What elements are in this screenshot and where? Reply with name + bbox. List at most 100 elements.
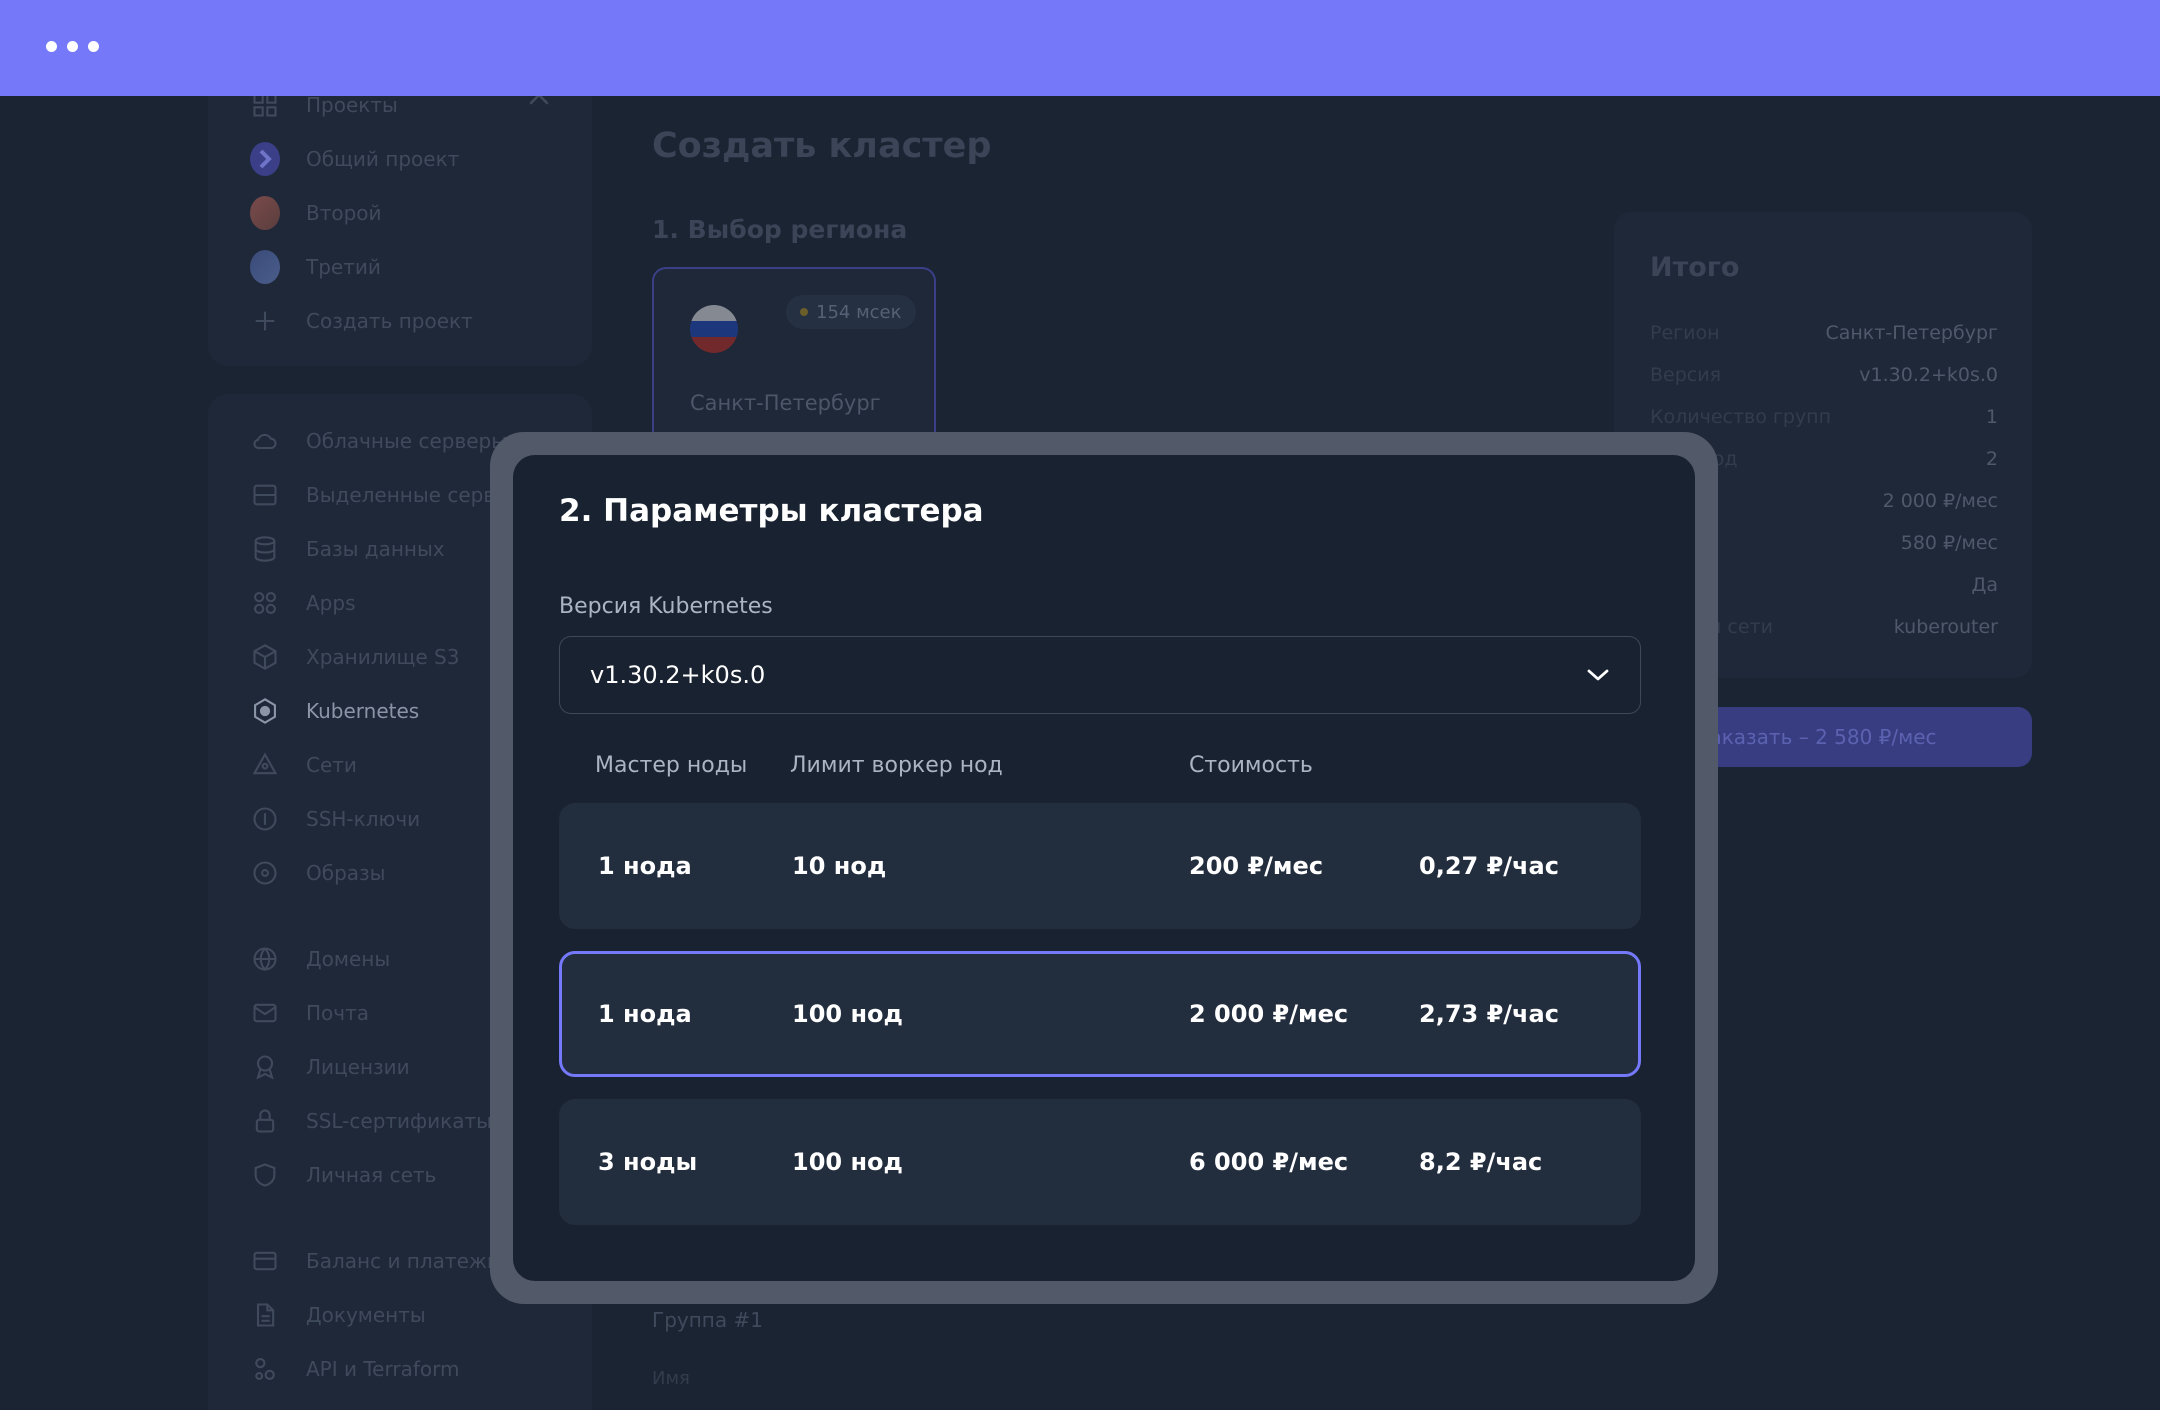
sidebar-item-kubernetes[interactable]: Kubernetes: [250, 691, 419, 731]
sidebar-item-label: Домены: [306, 947, 391, 971]
summary-value: v1.30.2+k0s.0: [1859, 364, 1998, 386]
name-label: Имя: [652, 1368, 690, 1389]
option-price-month: 200 ₽/мес: [1189, 852, 1324, 880]
sidebar-item-private-network[interactable]: Личная сеть: [250, 1155, 436, 1195]
sidebar-item-images[interactable]: Образы: [250, 853, 385, 893]
version-label: Версия Kubernetes: [559, 594, 773, 619]
option-master: 3 ноды: [598, 1148, 698, 1176]
page-title: Создать кластер: [652, 126, 992, 166]
project-avatar-icon: [250, 142, 280, 176]
option-limit: 10 нод: [792, 852, 887, 880]
disc-icon: [250, 858, 280, 888]
summary-row: Регион Санкт-Петербург: [1650, 322, 1998, 344]
server-icon: [250, 480, 280, 510]
option-price-hour: 2,73 ₽/час: [1419, 1000, 1559, 1028]
sidebar-item-api[interactable]: API и Terraform: [250, 1349, 459, 1389]
sidebar-item-s3[interactable]: Хранилище S3: [250, 637, 459, 677]
modal-title: 2. Параметры кластера: [559, 493, 984, 529]
lock-icon: [250, 1106, 280, 1136]
project-item[interactable]: Общий проект: [250, 139, 459, 179]
option-price-month: 6 000 ₽/мес: [1189, 1148, 1349, 1176]
kubernetes-icon: [250, 696, 280, 726]
summary-value: kuberouter: [1893, 616, 1998, 638]
summary-title: Итого: [1650, 252, 1740, 283]
option-master: 1 нода: [598, 1000, 692, 1028]
dot-icon: [46, 41, 57, 52]
latency-badge: 154 мсек: [786, 295, 916, 329]
globe-icon: [250, 944, 280, 974]
projects-header-label: Проекты: [306, 93, 398, 117]
summary-row: Версия v1.30.2+k0s.0: [1650, 364, 1998, 386]
cloud-icon: [250, 426, 280, 456]
sidebar-item-licenses[interactable]: Лицензии: [250, 1047, 410, 1087]
sidebar-item-cloud-servers[interactable]: Облачные серверы: [250, 421, 507, 461]
sidebar-item-domains[interactable]: Домены: [250, 939, 390, 979]
create-project-label: Создать проект: [306, 309, 473, 333]
card-icon: [250, 1246, 280, 1276]
sidebar-item-balance[interactable]: Баланс и платежи: [250, 1241, 500, 1281]
project-item[interactable]: Второй: [250, 193, 382, 233]
project-label: Общий проект: [306, 147, 460, 171]
plan-option[interactable]: 1 нода 10 нод 200 ₽/мес 0,27 ₽/час: [559, 803, 1641, 929]
summary-value: 2: [1985, 448, 1998, 470]
database-icon: [250, 534, 280, 564]
plan-option[interactable]: 3 ноды 100 нод 6 000 ₽/мес 8,2 ₽/час: [559, 1099, 1641, 1225]
sidebar-item-label: Образы: [306, 861, 386, 885]
summary-value: 1: [1985, 406, 1998, 428]
plan-option-selected[interactable]: 1 нода 100 нод 2 000 ₽/мес 2,73 ₽/час: [559, 951, 1641, 1077]
step-region-title: 1. Выбор региона: [652, 215, 908, 244]
group-label: Группа #1: [652, 1308, 763, 1332]
sidebar-item-mail[interactable]: Почта: [250, 993, 369, 1033]
license-icon: [250, 1052, 280, 1082]
option-price-month: 2 000 ₽/мес: [1189, 1000, 1349, 1028]
api-icon: [250, 1354, 280, 1384]
sidebar-item-label: Хранилище S3: [306, 645, 460, 669]
latency-value: 154 мсек: [816, 301, 902, 323]
option-limit: 100 нод: [792, 1000, 903, 1028]
region-name: Санкт-Петербург: [690, 391, 881, 415]
column-header-limit: Лимит воркер нод: [790, 753, 1003, 778]
document-icon: [250, 1300, 280, 1330]
sidebar-item-label: Баланс и платежи: [306, 1249, 500, 1273]
summary-value: Да: [1971, 574, 1999, 596]
sidebar-item-networks[interactable]: Сети: [250, 745, 357, 785]
create-project-button[interactable]: Создать проект: [250, 301, 473, 341]
column-header-cost: Стоимость: [1189, 753, 1313, 778]
summary-value: 580 ₽/мес: [1900, 532, 1998, 554]
summary-key: Регион: [1650, 322, 1720, 344]
project-label: Второй: [306, 201, 382, 225]
sidebar-item-label: Облачные серверы: [306, 429, 508, 453]
project-avatar-icon: [250, 196, 280, 230]
dot-icon: [67, 41, 78, 52]
summary-value: Санкт-Петербург: [1825, 322, 1998, 344]
modal-frame: 2. Параметры кластера Версия Kubernetes …: [490, 432, 1718, 1304]
key-icon: [250, 804, 280, 834]
sidebar-item-apps[interactable]: Apps: [250, 583, 356, 623]
cluster-params-modal: 2. Параметры кластера Версия Kubernetes …: [513, 455, 1695, 1281]
cube-icon: [250, 642, 280, 672]
region-card[interactable]: 154 мсек Санкт-Петербург: [652, 267, 936, 457]
sidebar-item-ssh-keys[interactable]: SSH-ключи: [250, 799, 420, 839]
summary-value: 2 000 ₽/мес: [1882, 490, 1998, 512]
project-avatar-icon: [250, 250, 280, 284]
sidebar-item-label: SSL-сертификаты: [306, 1109, 492, 1133]
sidebar-item-documents[interactable]: Документы: [250, 1295, 426, 1335]
sidebar-item-label: Сети: [306, 753, 357, 777]
window-dots-icon[interactable]: [46, 41, 99, 52]
option-master: 1 нода: [598, 852, 692, 880]
sidebar-item-ssl[interactable]: SSL-сертификаты: [250, 1101, 492, 1141]
sidebar-item-databases[interactable]: Базы данных: [250, 529, 445, 569]
kubernetes-version-select[interactable]: v1.30.2+k0s.0: [559, 636, 1641, 714]
option-price-hour: 8,2 ₽/час: [1419, 1148, 1543, 1176]
sidebar-item-label: API и Terraform: [306, 1357, 460, 1381]
sidebar-item-label: Почта: [306, 1001, 369, 1025]
version-value: v1.30.2+k0s.0: [590, 661, 766, 689]
project-label: Третий: [306, 255, 381, 279]
sidebar-item-label: SSH-ключи: [306, 807, 421, 831]
status-dot-icon: [800, 308, 808, 316]
option-price-hour: 0,27 ₽/час: [1419, 852, 1559, 880]
shield-icon: [250, 1160, 280, 1190]
mail-icon: [250, 998, 280, 1028]
sidebar-item-label: Лицензии: [306, 1055, 410, 1079]
project-item[interactable]: Третий: [250, 247, 381, 287]
